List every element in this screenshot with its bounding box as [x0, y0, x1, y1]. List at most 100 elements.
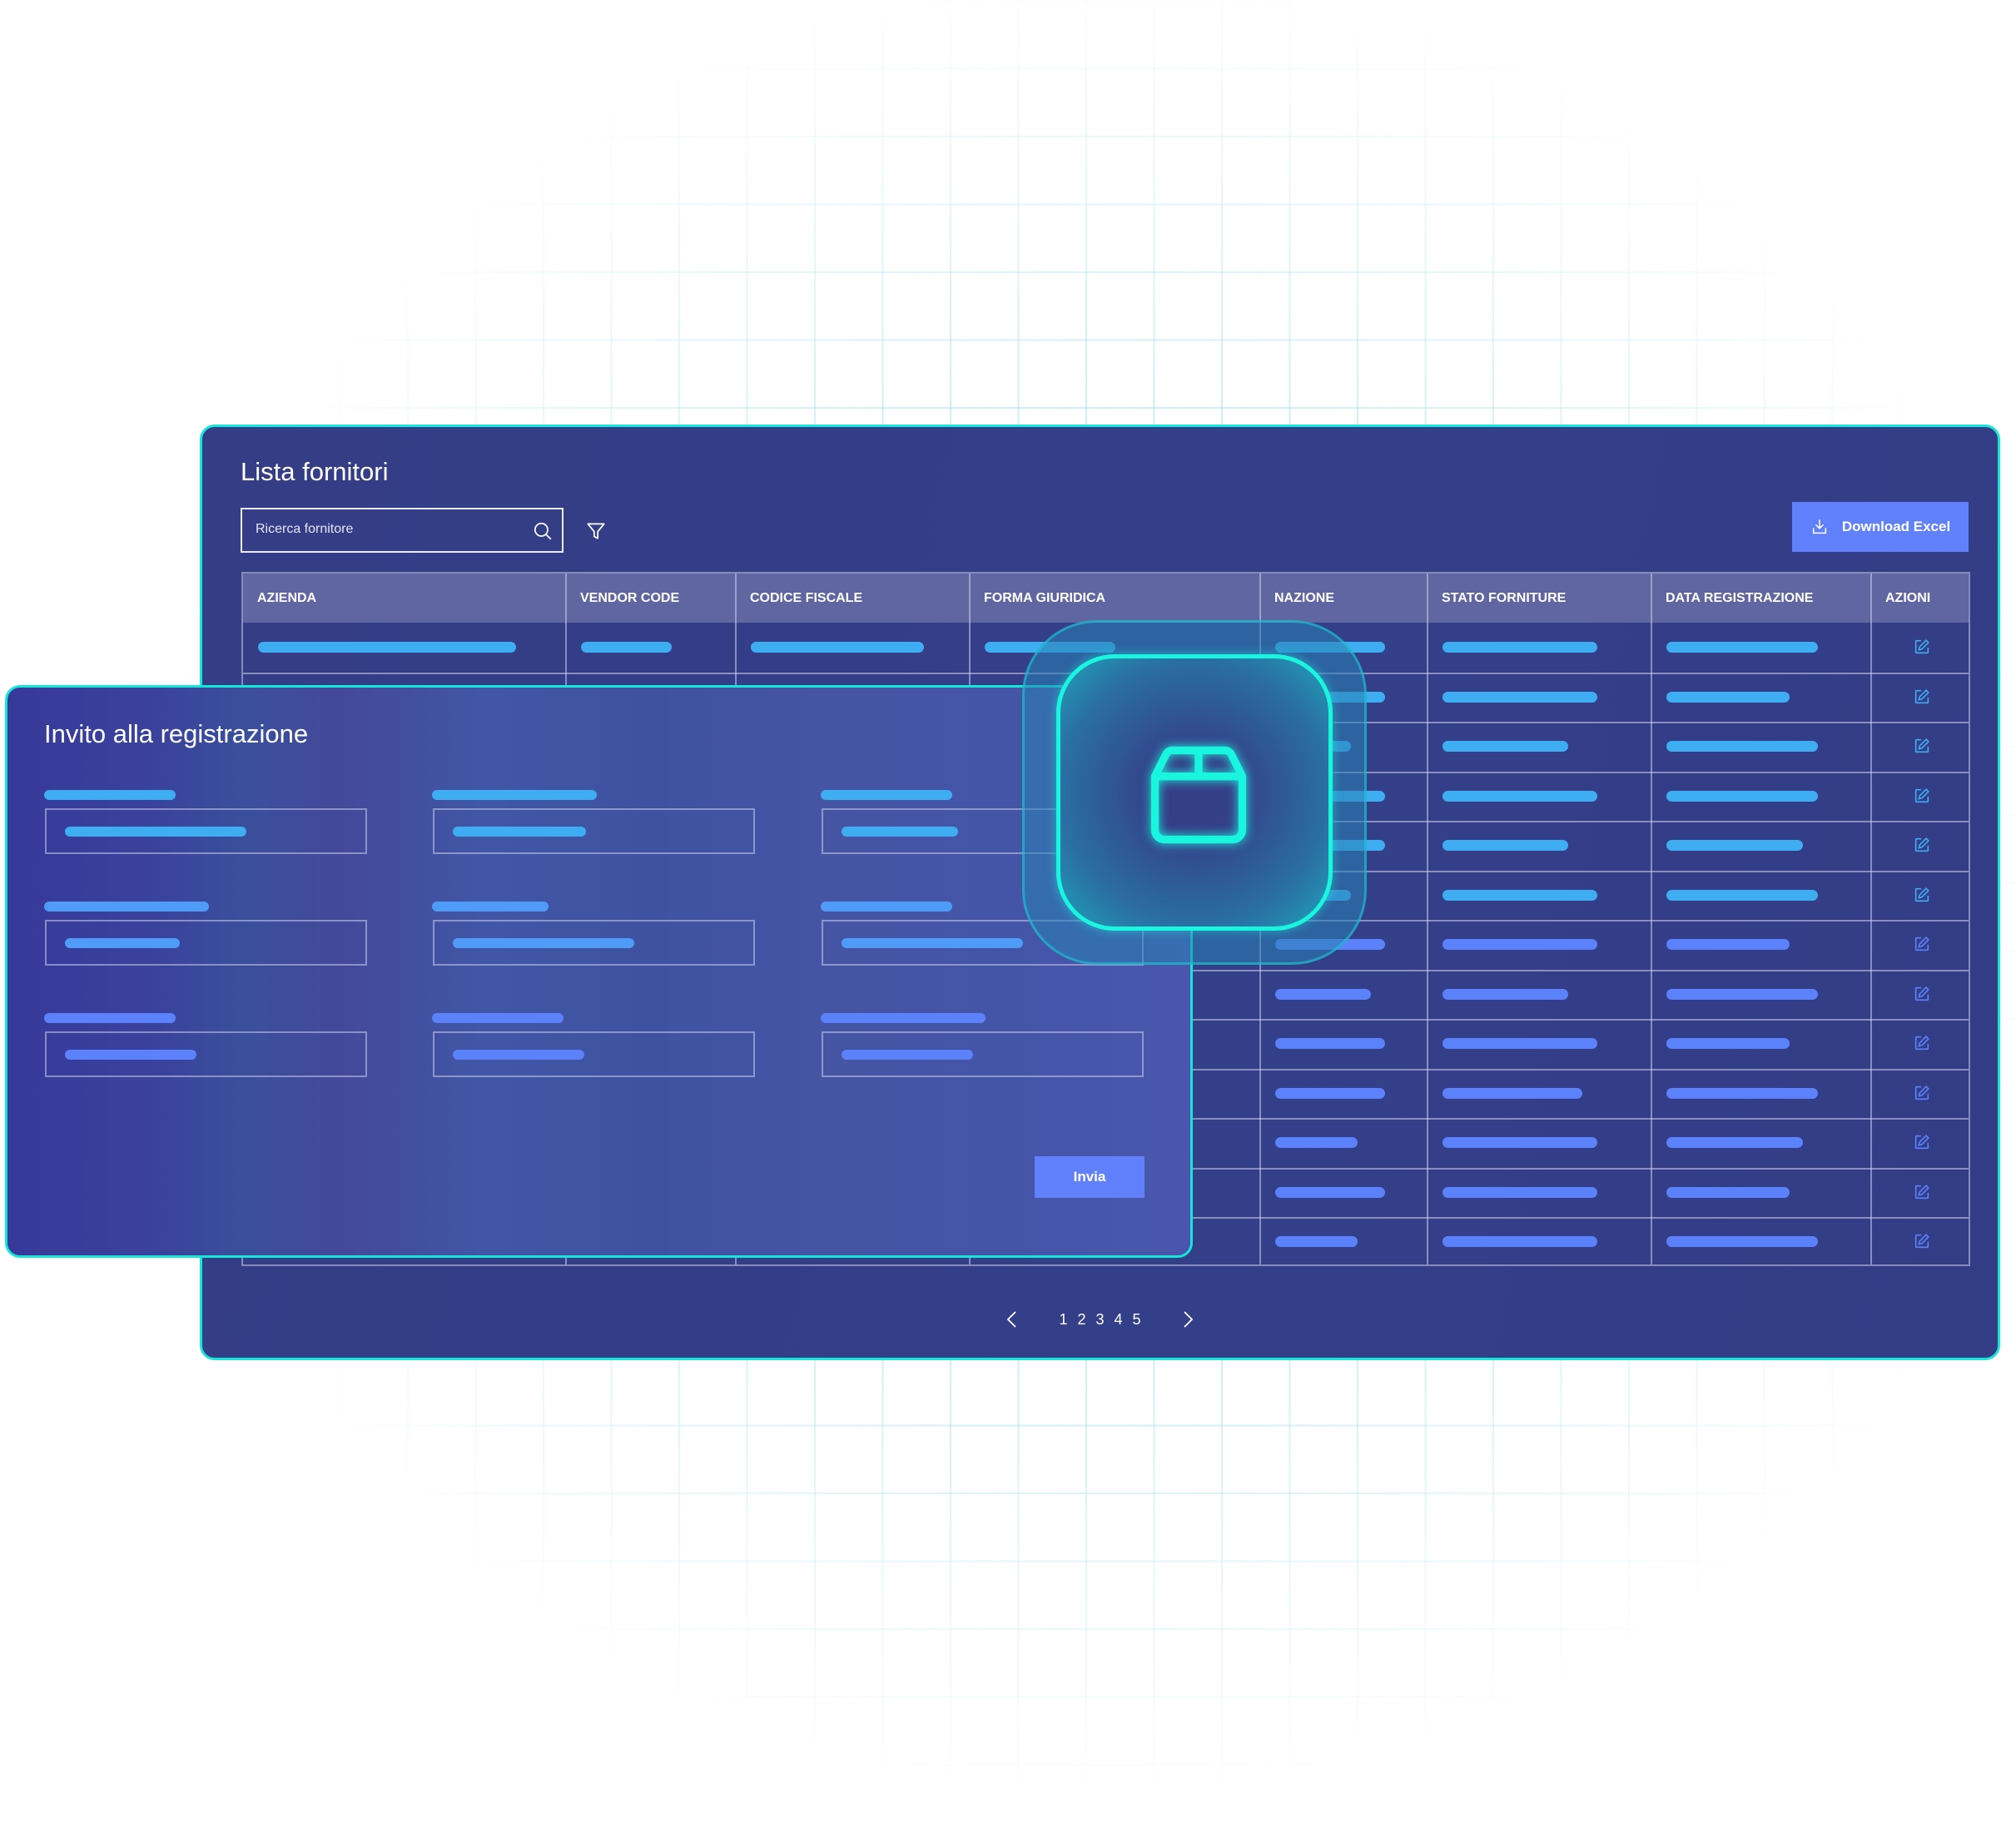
edit-icon[interactable] [1913, 638, 1931, 656]
column-header-codice-fiscale[interactable]: CODICE FISCALE [736, 574, 970, 623]
field-label-placeholder [821, 902, 952, 912]
filter-icon[interactable] [585, 520, 607, 542]
placeholder-cell-bar [1442, 1087, 1582, 1099]
placeholder-cell-bar [1442, 1038, 1597, 1049]
placeholder-cell-bar [1666, 840, 1803, 851]
placeholder-cell-bar [1666, 1137, 1803, 1148]
form-field-2[interactable] [433, 808, 755, 854]
feature-icon-tile [1022, 620, 1367, 965]
edit-icon[interactable] [1913, 1133, 1931, 1151]
field-label-placeholder [44, 902, 209, 912]
package-icon [1150, 746, 1247, 844]
column-header-azienda[interactable]: AZIENDA [243, 574, 566, 623]
placeholder-cell-bar [1275, 1137, 1358, 1148]
page-1[interactable]: 1 [1059, 1311, 1067, 1329]
edit-icon[interactable] [1913, 688, 1931, 706]
form-field-7[interactable] [45, 1031, 367, 1077]
field-value-placeholder [842, 938, 1023, 948]
page-title: Lista fornitori [241, 457, 389, 486]
field-label-placeholder [432, 902, 549, 912]
placeholder-cell-bar [1275, 988, 1371, 1000]
edit-icon[interactable] [1913, 886, 1931, 904]
download-excel-button[interactable]: Download Excel [1792, 502, 1969, 552]
placeholder-cell-bar [1442, 741, 1568, 752]
placeholder-cell-bar [581, 642, 672, 653]
page-5[interactable]: 5 [1133, 1311, 1141, 1329]
placeholder-cell-bar [1666, 1087, 1818, 1099]
feature-icon-inner [1056, 654, 1333, 931]
placeholder-cell-bar [1666, 790, 1818, 802]
field-label-placeholder [432, 790, 597, 800]
edit-icon[interactable] [1913, 935, 1931, 953]
chevron-left-icon[interactable] [1004, 1309, 1020, 1329]
edit-icon[interactable] [1913, 985, 1931, 1003]
search-placeholder: Ricerca fornitore [256, 522, 354, 536]
column-header-nazione[interactable]: NAZIONE [1260, 574, 1428, 623]
column-header-forma-giuridica[interactable]: FORMA GIURIDICA [970, 574, 1260, 623]
pagination: 1 2 3 4 5 [202, 1303, 1998, 1336]
edit-icon[interactable] [1913, 1183, 1931, 1201]
page-4[interactable]: 4 [1115, 1311, 1123, 1329]
placeholder-cell-bar [1442, 840, 1568, 851]
placeholder-cell-bar [1666, 1186, 1790, 1198]
download-icon [1812, 519, 1826, 534]
table-header: AZIENDA VENDOR CODE CODICE FISCALE FORMA GI… [243, 574, 1969, 623]
placeholder-cell-bar [1442, 642, 1597, 653]
field-value-placeholder [65, 938, 180, 948]
column-divider [1651, 574, 1652, 1264]
placeholder-cell-bar [751, 642, 924, 653]
form-field-1[interactable] [45, 808, 367, 854]
chevron-right-icon[interactable] [1179, 1309, 1196, 1329]
column-header-stato-forniture[interactable]: STATO FORNITURE [1428, 574, 1651, 623]
placeholder-cell-bar [1666, 988, 1818, 1000]
placeholder-cell-bar [1442, 1186, 1597, 1198]
column-header-data-registrazione[interactable]: DATA REGISTRAZIONE [1651, 574, 1871, 623]
edit-icon[interactable] [1913, 787, 1931, 805]
column-divider [1427, 574, 1428, 1264]
placeholder-cell-bar [1666, 1038, 1790, 1049]
download-excel-label: Download Excel [1841, 519, 1951, 534]
search-icon[interactable] [532, 520, 554, 542]
form-field-9[interactable] [822, 1031, 1144, 1077]
column-header-azioni[interactable]: AZIONI [1871, 574, 1972, 623]
field-label-placeholder [44, 1013, 176, 1023]
edit-icon[interactable] [1913, 836, 1931, 854]
placeholder-cell-bar [1442, 1236, 1597, 1247]
page-3[interactable]: 3 [1095, 1311, 1104, 1329]
edit-icon[interactable] [1913, 1232, 1931, 1250]
field-label-placeholder [44, 790, 176, 800]
edit-icon[interactable] [1913, 737, 1931, 755]
field-value-placeholder [453, 1050, 584, 1060]
placeholder-cell-bar [1442, 939, 1597, 950]
placeholder-cell-bar [1442, 1137, 1597, 1148]
placeholder-cell-bar [1666, 642, 1818, 653]
edit-icon[interactable] [1913, 1034, 1931, 1052]
modal-title: Invito alla registrazione [44, 719, 309, 748]
placeholder-cell-bar [1275, 1087, 1385, 1099]
field-value-placeholder [842, 1050, 973, 1060]
form-field-5[interactable] [433, 920, 755, 966]
placeholder-cell-bar [1275, 1186, 1385, 1198]
page-2[interactable]: 2 [1077, 1311, 1085, 1329]
placeholder-cell-bar [1666, 691, 1790, 703]
form-field-4[interactable] [45, 920, 367, 966]
column-header-vendor-code[interactable]: VENDOR CODE [566, 574, 736, 623]
placeholder-cell-bar [1442, 988, 1568, 1000]
invite-modal: Invito alla registrazione Invia [5, 685, 1193, 1258]
placeholder-cell-bar [1275, 1236, 1358, 1247]
placeholder-cell-bar [1666, 1236, 1818, 1247]
placeholder-cell-bar [1666, 939, 1790, 950]
invia-button[interactable]: Invia [1035, 1156, 1145, 1198]
field-label-placeholder [432, 1013, 564, 1023]
field-label-placeholder [821, 790, 952, 800]
placeholder-cell-bar [1666, 741, 1818, 752]
placeholder-cell-bar [1442, 889, 1597, 901]
form-field-8[interactable] [433, 1031, 755, 1077]
field-value-placeholder [65, 827, 246, 837]
search-input[interactable]: Ricerca fornitore [241, 508, 564, 553]
edit-icon[interactable] [1913, 1084, 1931, 1102]
placeholder-cell-bar [258, 642, 516, 653]
field-label-placeholder [821, 1013, 986, 1023]
field-value-placeholder [453, 827, 586, 837]
column-divider [1870, 574, 1872, 1264]
